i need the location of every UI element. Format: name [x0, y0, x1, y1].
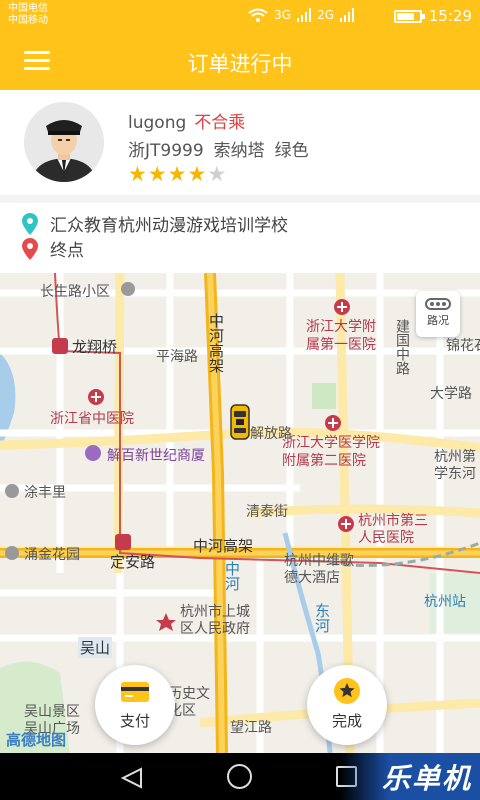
map-label-daxue: 大学路 [430, 386, 472, 402]
star-filled-icon: ★ [187, 162, 208, 186]
map-label-zhongwei: 杭州中维歌 德大酒店 [284, 553, 354, 587]
map-label-wushan: 吴山 [78, 637, 113, 658]
map-label-zhonghe-road: 中河高架 [193, 537, 254, 555]
map-label-longxiang: 龙翔桥 [72, 338, 118, 356]
end-address: 终点 [50, 241, 84, 261]
traffic-toggle-button[interactable]: 路况 [416, 291, 460, 337]
map-label-gov-line1: 杭州市上城 [180, 604, 250, 620]
share-status: 不合乘 [194, 113, 246, 133]
pay-label: 支付 [119, 712, 150, 730]
route-end: 终点 [22, 236, 84, 261]
map-label-third-hosp: 杭州市第三 人民医院 [358, 513, 428, 547]
battery-icon [394, 10, 425, 23]
start-pin-icon [22, 212, 38, 235]
map-label-jiefang: 解放路 [250, 426, 292, 442]
map-label-changsheng: 长生路小区 [40, 284, 110, 300]
driver-avatar [24, 102, 104, 182]
map-label-zju1: 浙江大学附 属第一医院 [306, 318, 376, 354]
wifi-icon [248, 8, 268, 22]
map-label-dingan: 定安路 [110, 553, 156, 571]
traffic-label: 路况 [427, 314, 449, 327]
star-filled-icon: ★ [167, 162, 188, 186]
map-label-zj-tcm: 浙江省中医院 [50, 411, 134, 427]
system-nav-bar: 乐单机 [0, 753, 480, 800]
clock: 15:29 [428, 7, 472, 25]
taxi-icon [230, 404, 250, 440]
map-label-gov: 杭州市上城 区人民政府 [180, 604, 250, 638]
license-plate: 浙JT9999 [128, 141, 204, 161]
car-info: 浙JT9999 索纳塔 绿色 [128, 136, 319, 161]
star-filled-icon: ★ [147, 162, 168, 186]
map-label-zju1-line2: 属第一医院 [306, 337, 376, 353]
title-bar: 订单进行中 [0, 32, 480, 90]
map-provider-logo: 高德地图 [6, 731, 67, 749]
map-view[interactable]: 长生路小区 龙翔桥 平海路 浙江省中医院 解百新世纪商厦 涂丰里 涌金花园 定安… [0, 273, 480, 753]
map-label-jinxuan: 锦花石 [446, 338, 480, 354]
map-label-zhongwei-line1: 杭州中维歌 [284, 553, 354, 569]
watermark: 乐单机 [381, 762, 472, 795]
star-empty-icon: ★ [207, 162, 228, 186]
car-color: 绿色 [274, 141, 309, 161]
home-icon[interactable] [227, 764, 252, 789]
map-label-qingtai: 清泰街 [246, 504, 288, 520]
back-icon[interactable] [120, 767, 144, 789]
star-badge-icon [334, 678, 360, 704]
done-label: 完成 [331, 712, 362, 730]
map-label-zju2-line1: 浙江大学医学院 [282, 435, 380, 451]
map-label-zju1-line1: 浙江大学附 [306, 319, 376, 335]
signal-icon [297, 8, 312, 22]
driver-name-row: lugong 不合乘 [128, 108, 245, 133]
route-start: 汇众教育杭州动漫游戏培训学校 [22, 211, 288, 236]
map-label-tulijie: 涂丰里 [24, 485, 66, 501]
carrier-1: 中国电信 [8, 3, 48, 14]
traffic-icon [425, 298, 451, 310]
map-label-wangjiang: 望江路 [230, 720, 272, 736]
car-model: 索纳塔 [213, 141, 265, 161]
map-label-gov-line2: 区人民政府 [180, 621, 250, 637]
map-label-zhonghe-river: 中河 [223, 561, 241, 591]
map-label-hz-school-line1: 杭州第 [434, 449, 476, 465]
map-label-hz-station: 杭州站 [424, 594, 466, 610]
map-label-zhonghe-vertical: 中河高架 [207, 313, 225, 373]
map-label-yongjin: 涌金花园 [24, 547, 80, 563]
map-label-third-hosp-line1: 杭州市第三 [358, 513, 428, 529]
divider [0, 195, 480, 203]
map-label-hz-school: 杭州第 学东河 [434, 449, 476, 483]
done-button[interactable]: 完成 [307, 665, 387, 745]
status-bar: 中国电信 中国移动 3G 2G 15:29 [0, 0, 480, 32]
driver-rating: ★★★★★ [128, 162, 227, 186]
map-label-donghe: 东河 [313, 603, 331, 633]
map-label-hz-school-line2: 学东河 [434, 466, 476, 482]
carrier-2: 中国移动 [8, 15, 48, 26]
route-info: 汇众教育杭州动漫游戏培训学校 终点 [0, 203, 480, 273]
driver-card: lugong 不合乘 浙JT9999 索纳塔 绿色 ★★★★★ [0, 90, 480, 195]
map-label-zju2: 浙江大学医学院 附属第二医院 [282, 434, 380, 470]
start-address: 汇众教育杭州动漫游戏培训学校 [50, 216, 288, 236]
network-type-2: 2G [317, 8, 334, 22]
map-label-zhongwei-line2: 德大酒店 [284, 570, 340, 586]
wallet-icon [121, 682, 149, 702]
page-title: 订单进行中 [187, 52, 293, 76]
map-label-third-hosp-line2: 人民医院 [358, 530, 414, 546]
carrier-info: 中国电信 中国移动 [8, 3, 48, 27]
map-label-zju2-line2: 附属第二医院 [282, 453, 366, 469]
pay-button[interactable]: 支付 [95, 665, 175, 745]
network-type-1: 3G [274, 8, 292, 22]
map-label-jiebai: 解百新世纪商厦 [107, 448, 205, 464]
star-filled-icon: ★ [128, 162, 148, 186]
end-pin-icon [22, 237, 38, 260]
map-label-pinghai: 平海路 [156, 349, 198, 365]
driver-name: lugong [128, 113, 187, 133]
signal-icons: 3G 2G [248, 8, 354, 22]
signal-icon-2 [340, 8, 354, 22]
map-label-jianguo: 建国中路 [394, 319, 410, 375]
